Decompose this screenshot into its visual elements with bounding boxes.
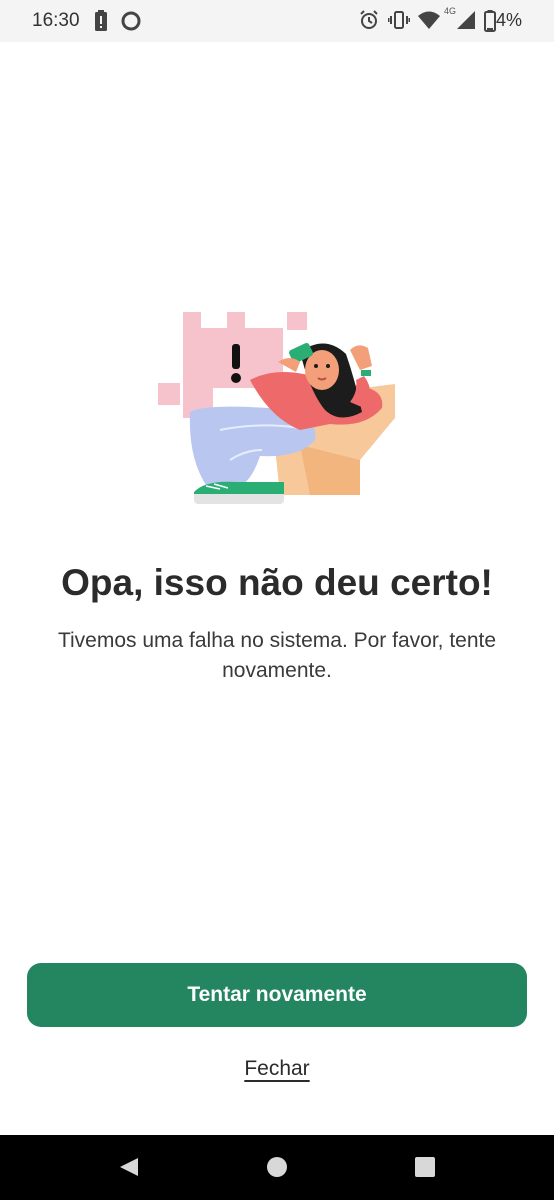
network-type-label: 4G: [444, 6, 457, 16]
recents-icon[interactable]: [414, 1156, 436, 1183]
error-message: Tivemos uma falha no sistema. Por favor,…: [57, 629, 497, 682]
error-title: Opa, isso não deu certo!: [61, 562, 493, 603]
vibrate-icon: [387, 10, 411, 35]
status-bar: 16:30 4G 4%: [0, 0, 554, 42]
system-nav-bar: [0, 1135, 554, 1200]
circle-notification-icon: [120, 10, 142, 37]
alarm-icon: [359, 10, 379, 35]
battery-percentage: 4%: [495, 10, 522, 30]
battery-alert-icon: [94, 10, 108, 37]
woman-with-phone-error-illustration: [150, 300, 410, 515]
status-time: 16:30: [32, 10, 80, 31]
back-icon[interactable]: [118, 1156, 140, 1183]
close-link-row: Fechar: [0, 1057, 554, 1081]
wifi-icon: [417, 10, 441, 35]
signal-icon: [456, 10, 476, 35]
retry-button[interactable]: Tentar novamente: [27, 963, 527, 1027]
close-link[interactable]: Fechar: [244, 1057, 309, 1080]
battery-icon: [484, 10, 496, 37]
home-icon[interactable]: [266, 1156, 288, 1183]
